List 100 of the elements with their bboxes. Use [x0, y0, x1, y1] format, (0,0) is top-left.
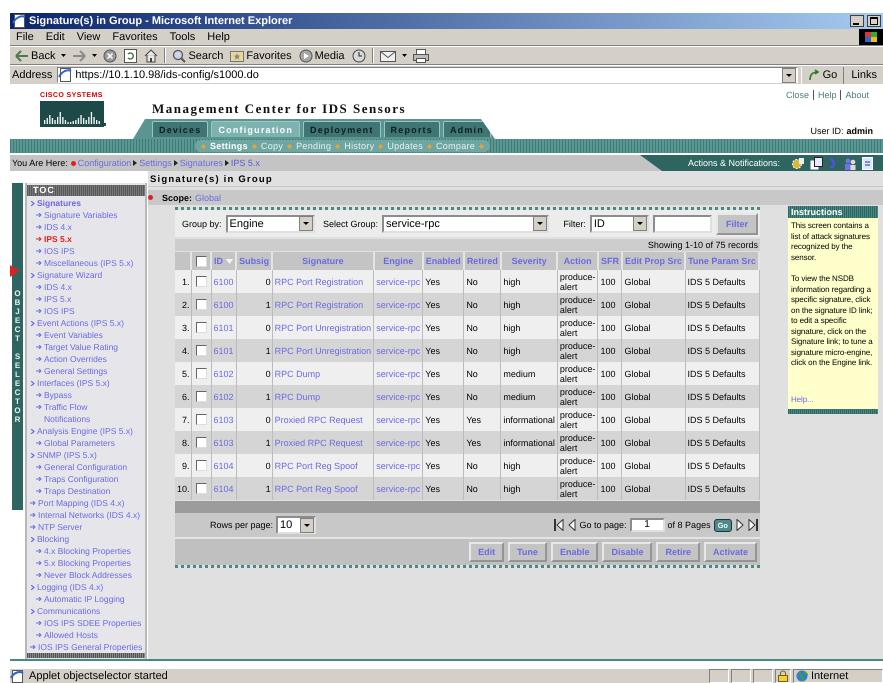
- last-page-icon[interactable]: [748, 519, 758, 531]
- nav-tab[interactable]: Reports: [384, 121, 440, 137]
- toc-item[interactable]: Global Parameters: [27, 437, 145, 449]
- row-checkbox[interactable]: [196, 299, 207, 310]
- subnav-item[interactable]: Copy: [260, 141, 284, 151]
- action-button[interactable]: Tune: [508, 542, 547, 562]
- filter-input[interactable]: [652, 214, 712, 232]
- column-header[interactable]: Tune Param Src: [685, 252, 759, 270]
- toc-item[interactable]: Communications: [27, 605, 145, 617]
- column-header[interactable]: SFR: [598, 252, 622, 270]
- gear-icon[interactable]: [791, 156, 806, 170]
- toc-item[interactable]: IPS 5.x: [27, 233, 145, 245]
- header-link[interactable]: About: [840, 90, 873, 100]
- document-icon[interactable]: [810, 156, 824, 170]
- nav-tab[interactable]: Admin: [442, 121, 491, 137]
- scope-link[interactable]: Global: [195, 192, 222, 202]
- row-checkbox[interactable]: [196, 345, 207, 356]
- page-icon[interactable]: [862, 156, 874, 170]
- action-button[interactable]: Retire: [656, 542, 700, 562]
- column-header[interactable]: ID: [211, 252, 236, 270]
- minimize-icon[interactable]: [850, 15, 864, 27]
- toc-item[interactable]: SNMP (IPS 5.x): [27, 449, 145, 461]
- row-checkbox[interactable]: [196, 437, 207, 448]
- caret-icon[interactable]: [402, 54, 407, 57]
- toc-item[interactable]: Target Value Rating: [27, 341, 145, 353]
- rows-per-page-select[interactable]: 10: [276, 516, 316, 534]
- toc-item[interactable]: Blocking: [27, 533, 145, 545]
- toc-item[interactable]: General Settings: [27, 365, 145, 377]
- menu-item[interactable]: Tools: [164, 31, 202, 43]
- toc-item[interactable]: Event Variables: [27, 329, 145, 341]
- subnav-item[interactable]: Updates: [387, 141, 423, 151]
- toc-item[interactable]: Traffic Flow Notifications: [27, 401, 145, 425]
- previous-page-icon[interactable]: [566, 519, 576, 531]
- page-input[interactable]: 1: [630, 518, 665, 532]
- toc-item[interactable]: Miscellaneous (IPS 5.x): [27, 257, 145, 269]
- caret-icon[interactable]: [92, 54, 98, 57]
- toc-item[interactable]: Traps Configuration: [27, 473, 145, 485]
- header-link[interactable]: Help: [812, 90, 840, 100]
- toc-item[interactable]: 4.x Blocking Properties: [27, 545, 145, 557]
- menu-item[interactable]: File: [10, 31, 40, 43]
- toc-item[interactable]: Never Block Addresses: [27, 569, 145, 581]
- caret-icon[interactable]: [61, 54, 66, 57]
- favorites-toolbar-button[interactable]: Favorites: [229, 49, 293, 62]
- column-header[interactable]: Severity: [500, 252, 558, 270]
- menu-item[interactable]: Favorites: [106, 31, 164, 43]
- action-button[interactable]: Activate: [704, 542, 757, 562]
- row-checkbox[interactable]: [196, 391, 207, 402]
- toc-item[interactable]: Internal Networks (IDS 4.x): [27, 509, 145, 521]
- nav-tab[interactable]: Deployment: [303, 121, 381, 137]
- help-link[interactable]: Help...: [791, 394, 877, 405]
- back-arrow-icon[interactable]: [15, 50, 29, 62]
- action-button[interactable]: Disable: [602, 542, 652, 562]
- breadcrumb-link[interactable]: Configuration: [76, 158, 134, 168]
- object-selector-bar[interactable]: OBJECT SELECTOR: [12, 183, 23, 510]
- subnav-item[interactable]: Pending: [296, 141, 332, 151]
- address-field[interactable]: https://10.1.10.98/ids-config/s1000.do: [57, 67, 798, 83]
- breadcrumb-link[interactable]: Settings: [137, 158, 174, 168]
- toc-item[interactable]: Signatures: [27, 197, 145, 209]
- row-checkbox[interactable]: [196, 460, 207, 471]
- row-checkbox[interactable]: [196, 368, 207, 379]
- breadcrumb-link[interactable]: Signatures: [178, 158, 225, 168]
- column-header[interactable]: Enabled: [422, 252, 464, 270]
- action-button[interactable]: Edit: [469, 542, 504, 562]
- toc-item[interactable]: Allowed Hosts: [27, 629, 145, 641]
- toc-item[interactable]: General Configuration: [27, 461, 145, 473]
- select-all-checkbox[interactable]: [196, 256, 207, 266]
- filter-button[interactable]: Filter: [716, 212, 758, 234]
- toc-item[interactable]: 5.x Blocking Properties: [27, 557, 145, 569]
- toc-item[interactable]: IPS 5.x: [27, 293, 145, 305]
- row-checkbox[interactable]: [196, 322, 207, 333]
- column-header[interactable]: Signature: [272, 252, 374, 270]
- subnav-item[interactable]: History: [344, 141, 374, 151]
- toc-item[interactable]: Signature Wizard: [27, 269, 145, 281]
- row-checkbox[interactable]: [196, 276, 207, 287]
- search-toolbar-button[interactable]: Search: [171, 48, 224, 62]
- toc-item[interactable]: IOS IPS General Properties: [27, 641, 145, 653]
- column-header[interactable]: Retired: [464, 252, 501, 270]
- star-folder-icon[interactable]: [230, 49, 244, 62]
- column-header[interactable]: Edit Prop Src: [622, 252, 686, 270]
- maximize-icon[interactable]: [867, 15, 881, 27]
- toc-item[interactable]: Signature Variables: [27, 209, 145, 221]
- media-toolbar-button[interactable]: Media: [298, 48, 346, 62]
- filter-field-select[interactable]: ID: [590, 214, 649, 232]
- toc-item[interactable]: Action Overrides: [27, 353, 145, 365]
- toc-item[interactable]: Port Mapping (IDS 4.x): [27, 497, 145, 509]
- table-link[interactable]: RPC Dump: [274, 392, 320, 402]
- menu-item[interactable]: View: [70, 31, 106, 43]
- media-icon[interactable]: [298, 48, 313, 62]
- back-toolbar-button[interactable]: Back: [14, 50, 56, 62]
- action-button[interactable]: Enable: [550, 542, 598, 562]
- column-header[interactable]: Subsig: [236, 252, 272, 270]
- links-button[interactable]: Links: [847, 69, 881, 81]
- group-select[interactable]: service-rpc: [382, 214, 550, 232]
- subnav-item[interactable]: Compare: [436, 141, 476, 151]
- toc-item[interactable]: Analysis Engine (IPS 5.x): [27, 425, 145, 437]
- table-link[interactable]: RPC Dump: [274, 368, 320, 378]
- column-header[interactable]: Engine: [374, 252, 423, 270]
- menu-item[interactable]: Edit: [40, 31, 71, 43]
- toc-item[interactable]: Event Actions (IPS 5.x): [27, 317, 145, 329]
- toc-item[interactable]: Bypass: [27, 389, 145, 401]
